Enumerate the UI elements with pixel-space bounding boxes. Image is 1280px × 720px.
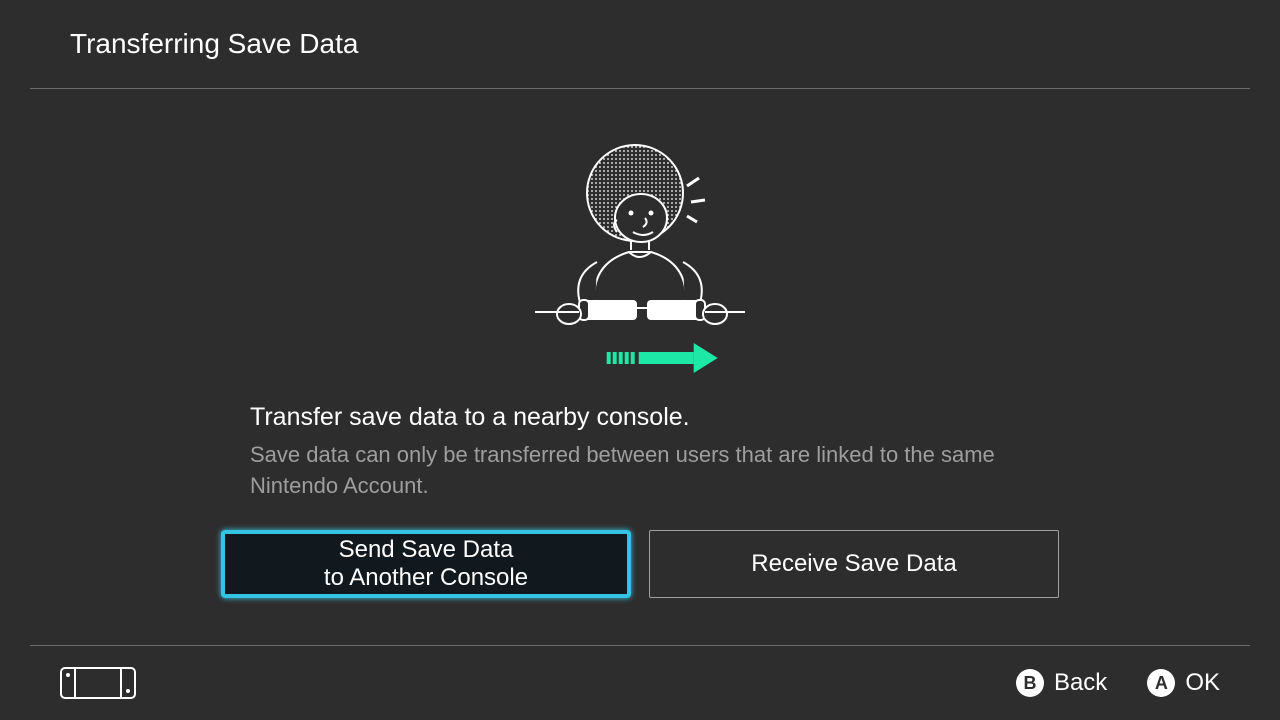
- headline-text: Transfer save data to a nearby console.: [250, 403, 1030, 432]
- transfer-illustration: [535, 138, 745, 373]
- ok-hint[interactable]: A OK: [1147, 669, 1220, 697]
- description-block: Transfer save data to a nearby console. …: [250, 403, 1030, 502]
- back-label: Back: [1054, 669, 1107, 697]
- page-title: Transferring Save Data: [70, 28, 358, 60]
- footer: B Back A OK: [0, 646, 1280, 720]
- sub-text: Save data can only be transferred betwee…: [250, 440, 1030, 502]
- a-button-icon: A: [1147, 669, 1175, 697]
- header: Transferring Save Data: [0, 0, 1280, 88]
- back-hint[interactable]: B Back: [1016, 669, 1107, 697]
- transfer-arrow-icon: [607, 343, 718, 373]
- action-button-row: Send Save Data to Another Console Receiv…: [221, 530, 1059, 598]
- main-content: Transfer save data to a nearby console. …: [0, 88, 1280, 646]
- ok-label: OK: [1185, 669, 1220, 697]
- b-button-icon: B: [1016, 669, 1044, 697]
- controller-icon: [60, 667, 136, 699]
- send-save-data-button[interactable]: Send Save Data to Another Console: [221, 530, 631, 598]
- receive-save-data-button[interactable]: Receive Save Data: [649, 530, 1059, 598]
